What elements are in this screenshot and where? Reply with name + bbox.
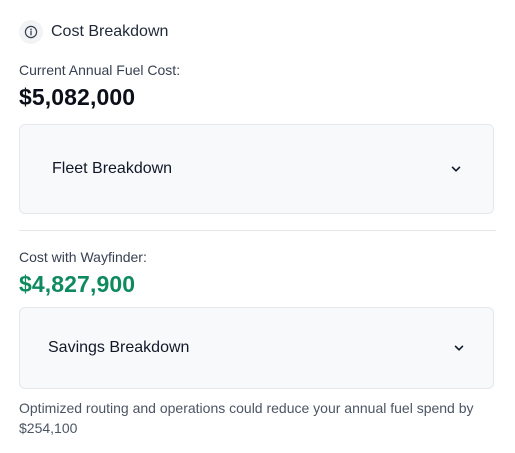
cost-breakdown-header: Cost Breakdown bbox=[19, 20, 168, 44]
savings-breakdown-title: Savings Breakdown bbox=[48, 339, 190, 356]
savings-note: Optimized routing and operations could r… bbox=[19, 400, 474, 436]
info-icon[interactable] bbox=[19, 20, 43, 44]
chevron-down-icon[interactable] bbox=[453, 342, 465, 354]
fleet-breakdown-accordion[interactable]: Fleet Breakdown bbox=[19, 124, 494, 214]
current-cost-value: $5,082,000 bbox=[19, 84, 136, 110]
wayfinder-cost-value: $4,827,900 bbox=[19, 271, 136, 297]
wayfinder-cost-label: Cost with Wayfinder: bbox=[19, 249, 147, 265]
current-cost-label: Current Annual Fuel Cost: bbox=[19, 62, 181, 78]
savings-breakdown-accordion[interactable]: Savings Breakdown bbox=[19, 307, 494, 389]
page-title: Cost Breakdown bbox=[51, 23, 169, 40]
section-divider bbox=[19, 230, 496, 231]
chevron-down-icon[interactable] bbox=[450, 163, 462, 175]
fleet-breakdown-title: Fleet Breakdown bbox=[52, 160, 173, 177]
